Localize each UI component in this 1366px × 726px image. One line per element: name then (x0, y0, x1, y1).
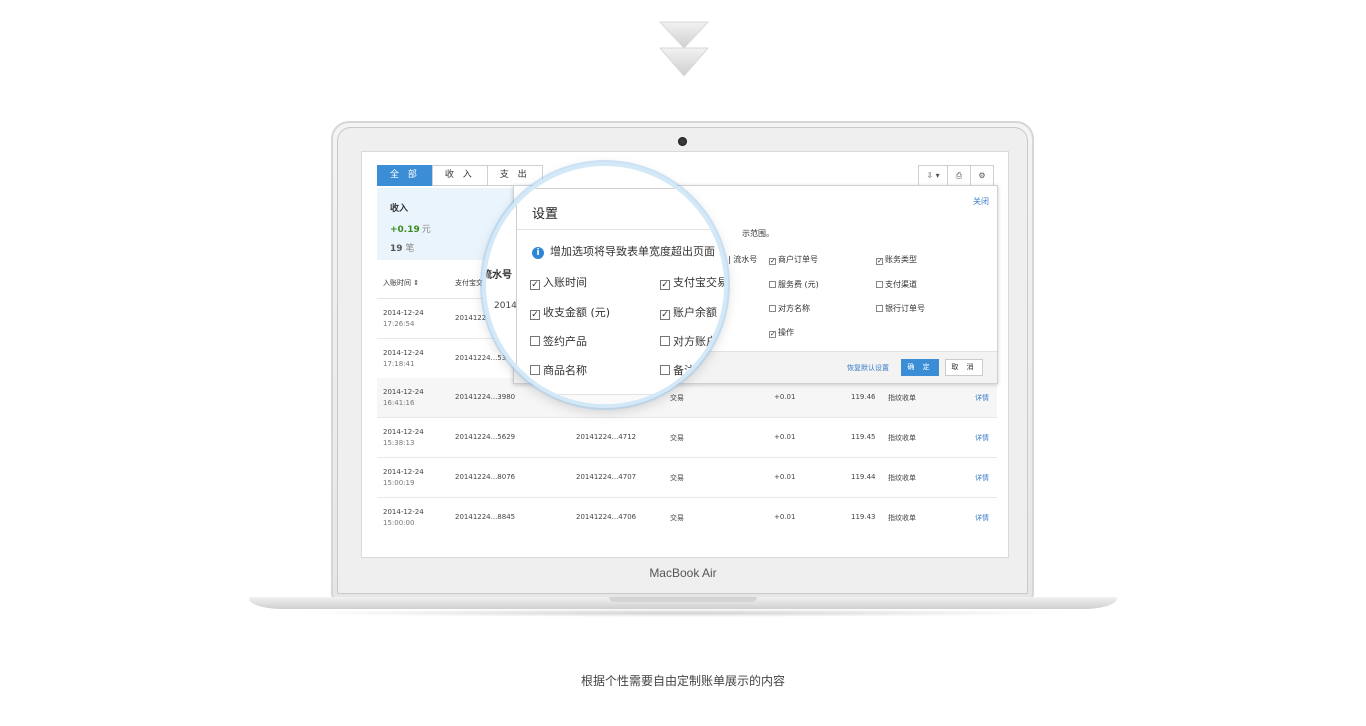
double-chevron-down-icon (658, 21, 710, 77)
option-remark[interactable]: 备注 (660, 362, 695, 378)
settings-title: 设置 (532, 207, 559, 222)
laptop-notch (609, 597, 757, 602)
option-product[interactable]: 签约产品 (530, 333, 587, 349)
tab-income[interactable]: 收 入 (431, 165, 488, 186)
option-amount[interactable]: ✓ 收支金额 (元) (530, 304, 610, 320)
laptop-screen: 全 部 收 入 支 出 ⇩ ▾ ⎙ ⚙ 收入 +0.19 元 19 笔 入账时间 … (361, 151, 1009, 558)
option-pay-channel[interactable]: 支付渠道 (876, 279, 917, 290)
dialog-note: 示范围。 (742, 229, 774, 238)
info-message: i 增加选项将导致表单宽度超出页面 (532, 243, 715, 259)
restore-defaults-link[interactable]: 恢复默认设置 (847, 363, 889, 373)
detail-link[interactable]: 详情 (975, 513, 989, 523)
table-row: 2014-12-24 15:38:13 20141224...5629 20141… (377, 418, 997, 458)
info-icon: i (532, 247, 544, 259)
filter-tabs: 全 部 收 入 支 出 (377, 165, 543, 186)
summary-amount: +0.19 元 (390, 225, 431, 235)
option-service-fee[interactable]: 服务费 (元) (769, 279, 819, 290)
gear-icon[interactable]: ⚙ (970, 165, 994, 186)
table-row: 2014-12-24 15:00:19 20141224...8076 20141… (377, 458, 997, 498)
option-merchant-order[interactable]: ✓ 商户订单号 (769, 254, 818, 265)
column-header-time[interactable]: 入账时间 ⇕ (383, 278, 419, 288)
option-bank-order[interactable]: 银行订单号 (876, 303, 925, 314)
confirm-button[interactable]: 确 定 (901, 359, 939, 376)
print-icon[interactable]: ⎙ (947, 165, 971, 186)
close-link[interactable]: 关闭 (973, 196, 989, 207)
option-counterparty-account[interactable]: 对方账户 (660, 333, 717, 349)
option-account-type[interactable]: ✓ 账务类型 (876, 254, 917, 265)
laptop-shadow (290, 609, 1076, 617)
download-icon[interactable]: ⇩ ▾ (918, 165, 948, 186)
detail-link[interactable]: 详情 (975, 473, 989, 483)
option-entry-time[interactable]: ✓ 入账时间 (530, 274, 587, 290)
detail-link[interactable]: 详情 (975, 393, 989, 403)
option-alipay-trade[interactable]: ✓ 支付宝交易 (660, 274, 724, 290)
toolbar: ⇩ ▾ ⎙ ⚙ (918, 165, 994, 186)
cancel-button[interactable]: 取 消 (945, 359, 983, 376)
option-counterparty-name[interactable]: 对方名称 (769, 303, 810, 314)
option-balance[interactable]: ✓ 账户余额 (660, 304, 717, 320)
option-operation[interactable]: ✓ 操作 (769, 327, 794, 338)
summary-count: 19 笔 (390, 244, 415, 254)
camera-icon (678, 137, 687, 146)
column-header-alipay: 支付宝交 (455, 279, 483, 287)
option-serial: | 流水号 (728, 255, 758, 264)
device-brand: MacBook Air (649, 566, 717, 580)
magnifier-lens: 流水号 2014122 设置 i 增加选项将导致表单宽度超出页面 ✓ 入账时间 ✓ 支… (482, 162, 728, 408)
table-row: 2014-12-24 15:00:00 20141224...8845 20141… (383, 508, 989, 527)
page-caption: 根据个性需要自由定制账单展示的内容 (580, 674, 785, 688)
detail-link[interactable]: 详情 (975, 433, 989, 443)
tab-all[interactable]: 全 部 (377, 165, 433, 186)
magnified-column-header: 流水号 (482, 270, 512, 281)
summary-title: 收入 (390, 204, 409, 214)
option-goods-name[interactable]: 商品名称 (530, 362, 587, 378)
